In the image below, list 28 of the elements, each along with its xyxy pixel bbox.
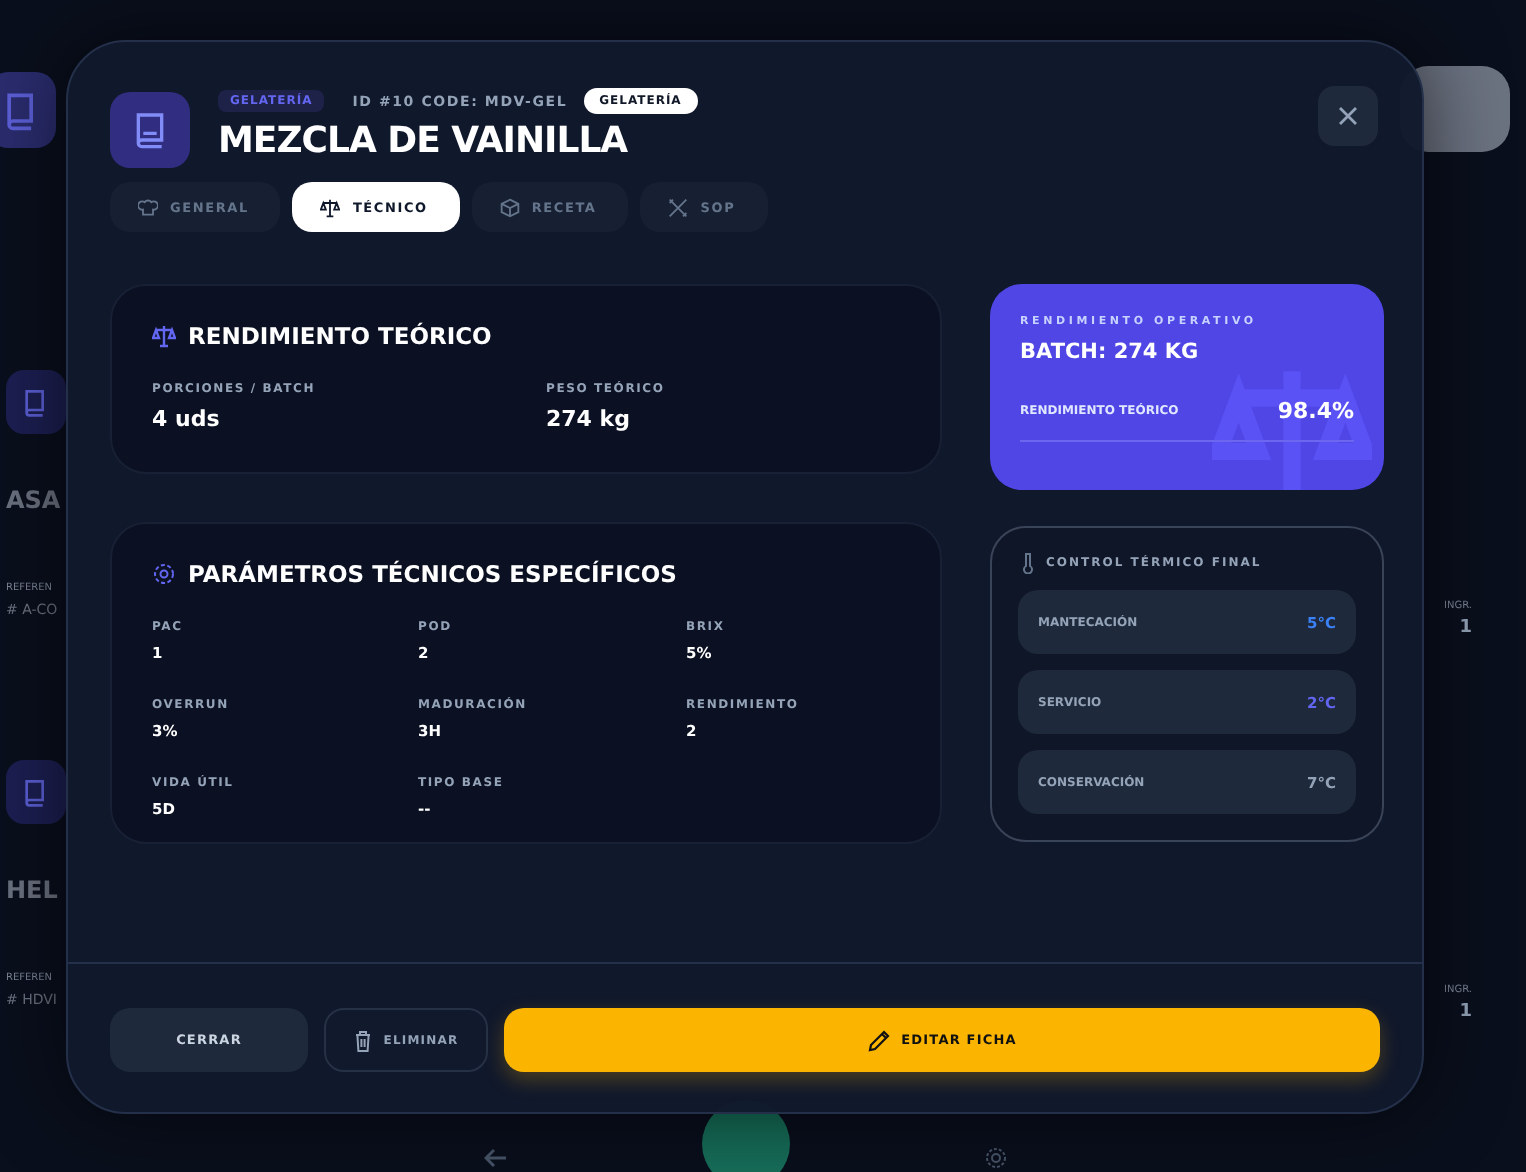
recipe-title: MEZCLA DE VAINILLA <box>218 120 630 162</box>
settings-icon <box>152 562 176 586</box>
thermometer-icon <box>1022 552 1034 574</box>
trash-icon <box>353 1029 372 1051</box>
pencil-icon <box>867 1029 890 1051</box>
back-arrow-icon[interactable] <box>484 1146 508 1170</box>
card-title: PARÁMETROS TÉCNICOS ESPECÍFICOS <box>188 560 677 588</box>
book-icon <box>6 760 66 824</box>
field-value: 1 <box>1459 1002 1472 1022</box>
chef-hat-icon <box>138 197 158 217</box>
crossed-tools-icon <box>668 197 689 217</box>
close-button[interactable] <box>1318 86 1378 146</box>
field-value: 274 kg <box>546 406 632 432</box>
settings-icon[interactable] <box>984 1146 1008 1170</box>
card-title: HEL <box>6 876 60 904</box>
scale-icon <box>152 324 176 348</box>
book-icon <box>110 92 190 168</box>
card-title: ASA <box>6 486 63 514</box>
field-value: 1 <box>1459 618 1472 638</box>
card-title: RENDIMIENTO TEÓRICO <box>188 322 492 350</box>
scale-icon <box>320 197 341 217</box>
book-icon <box>0 72 56 148</box>
book-icon <box>6 370 66 434</box>
cube-icon <box>499 197 520 217</box>
field-value: 4 uds <box>152 406 222 432</box>
close-icon <box>1338 106 1358 126</box>
metric-value: 98.4% <box>1277 398 1354 424</box>
batch-size: BATCH: 274 KG <box>1020 340 1201 364</box>
